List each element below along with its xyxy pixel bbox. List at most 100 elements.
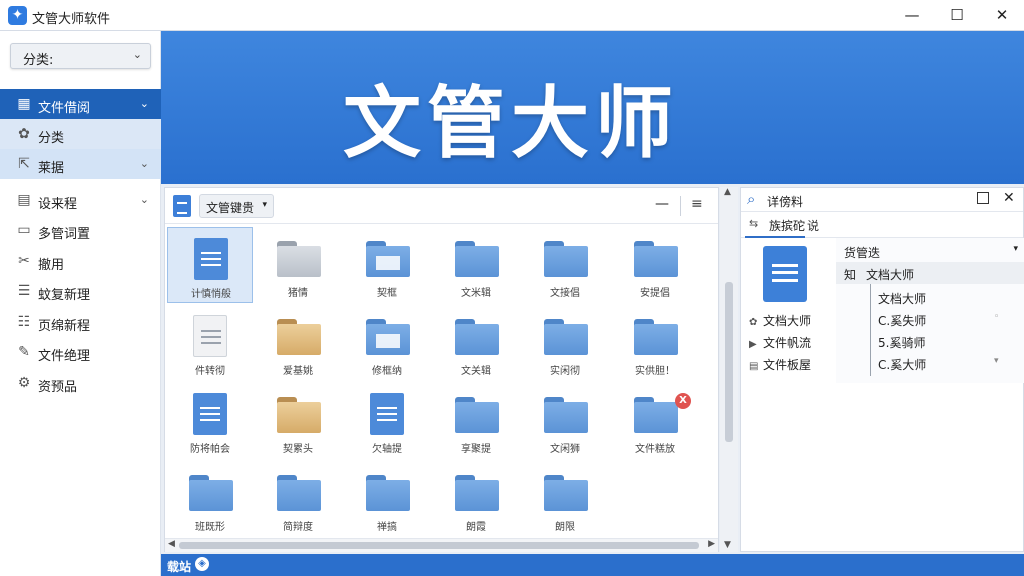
sidebar-item[interactable]: ⚙ 资预品	[0, 368, 161, 398]
scroll-up-icon[interactable]: ▲	[724, 187, 731, 197]
file-item-label: 契框	[377, 288, 397, 299]
maximize-pane-button[interactable]	[977, 192, 989, 204]
tab-details-label: 族摈砣	[769, 219, 806, 233]
close-button[interactable]: ✕	[980, 0, 1024, 31]
horizontal-scrollbar[interactable]: ◀ ▶	[165, 538, 718, 552]
tab-details[interactable]: ⇆ 族摈砣	[745, 212, 805, 238]
sidebar-item[interactable]: ✂ 撤用	[0, 246, 161, 276]
folder-item[interactable]: 契累头	[255, 383, 341, 459]
folder-item[interactable]: 文闲狮	[522, 383, 608, 459]
folder-icon	[277, 241, 321, 277]
tree-connector	[870, 284, 871, 376]
detail-property[interactable]: ▶ 文件帆流	[749, 334, 811, 351]
grid-icon: ▦	[17, 96, 31, 112]
sidebar-item-label: 分类	[38, 131, 65, 146]
folder-item[interactable]: 禅搞	[344, 461, 430, 537]
folder-icon	[544, 241, 588, 277]
tree-node[interactable]: 文档大师	[878, 290, 926, 307]
folder-item[interactable]: 班既形	[167, 461, 253, 537]
folder-item[interactable]: 修框纳	[344, 305, 430, 381]
scrollbar-thumb[interactable]	[179, 542, 699, 549]
sidebar-item[interactable]: ▦ 文件借阅 ⌄	[0, 89, 161, 119]
file-item[interactable]: 计慎悄般	[167, 227, 253, 303]
detail-property-label: 文件板屋	[763, 358, 812, 372]
document-preview-icon	[763, 246, 807, 302]
file-item-label: 简辩度	[283, 522, 313, 533]
menu-icon[interactable]: ≡	[691, 196, 703, 212]
chevron-down-icon: ⌄	[139, 157, 149, 170]
folder-item[interactable]: 简辩度	[255, 461, 341, 537]
file-item[interactable]: 件转彻	[167, 305, 253, 381]
folder-item[interactable]: 文米辑	[433, 227, 519, 303]
sidebar-item[interactable]: ⇱ 莱据 ⌄	[0, 149, 161, 179]
folder-icon	[455, 241, 499, 277]
folder-item[interactable]: 享聚提	[433, 383, 519, 459]
folder-icon	[455, 475, 499, 511]
folder-item[interactable]: 文关辑	[433, 305, 519, 381]
tree-node[interactable]: 5.奚骑师	[878, 334, 925, 351]
folder-item[interactable]: 安提倡	[612, 227, 698, 303]
sidebar-item-label: 设来程	[38, 197, 78, 212]
category-dropdown[interactable]: 分类: ⌄	[10, 43, 151, 69]
view-dropdown-label: 文管键贵	[206, 201, 255, 215]
detail-property[interactable]: ▤ 文件板屋	[749, 356, 811, 373]
sidebar-item-label: 莱据	[38, 161, 65, 176]
file-item[interactable]: 欠轴提	[344, 383, 430, 459]
sidebar-item[interactable]: ▭ 多管词置	[0, 215, 161, 245]
tree-node[interactable]: C.奚失师 ◦	[878, 312, 999, 329]
detail-title: 详傍料	[767, 195, 804, 209]
file-item-label: 件转彻	[195, 366, 225, 377]
sidebar-item[interactable]: ✎ 文件绝理	[0, 337, 161, 367]
minimize-button[interactable]: —	[890, 0, 934, 31]
sidebar-item[interactable]: ✿ 分类	[0, 119, 161, 149]
close-pane-button[interactable]: ✕	[1003, 190, 1015, 206]
tree-root-node[interactable]: 知 文档大师	[836, 262, 1024, 284]
tree-node[interactable]: C.奚大师 ▾	[878, 356, 999, 373]
sidebar-item-label: 文件借阅	[38, 101, 91, 116]
document-icon	[370, 393, 404, 435]
scroll-right-icon[interactable]: ▶	[708, 539, 715, 549]
folder-item[interactable]: 实供胆！	[612, 305, 698, 381]
file-item-label: 文接倡	[550, 288, 580, 299]
play-icon: ▶	[749, 339, 757, 350]
scroll-left-icon[interactable]: ◀	[168, 539, 175, 549]
scrollbar-thumb[interactable]	[725, 282, 733, 442]
tree-header[interactable]: 货管迭 ▾	[836, 238, 1024, 262]
file-item[interactable]: 防将帕会	[167, 383, 253, 459]
sidebar-item[interactable]: ▤ 设来程 ⌄	[0, 185, 161, 215]
folder-item[interactable]: X 文件糕放	[612, 383, 698, 459]
database-icon: ☰	[17, 283, 31, 299]
maximize-button[interactable]: ☐	[935, 0, 979, 31]
chevron-down-icon: ⌄	[139, 97, 149, 110]
vertical-scrollbar[interactable]: ▲ ▼	[720, 187, 738, 552]
sidebar-item-label: 蚊复新理	[38, 288, 91, 303]
sidebar-item[interactable]: ☷ 页绵新程	[0, 307, 161, 337]
folder-icon	[189, 475, 233, 511]
view-dropdown[interactable]: 文管键贵 ▾	[199, 194, 274, 218]
folder-item[interactable]: 猪情	[255, 227, 341, 303]
folder-item[interactable]: 契框	[344, 227, 430, 303]
file-item-label: 猪情	[288, 288, 308, 299]
detail-header: ⌕ 详傍料 ✕	[741, 188, 1023, 212]
folder-item[interactable]: 实闲彻	[522, 305, 608, 381]
detail-property[interactable]: ✿ 文档大师	[749, 312, 811, 329]
folder-item[interactable]: 朗限	[522, 461, 608, 537]
folder-item[interactable]: 朗霞	[433, 461, 519, 537]
status-label: 载站	[167, 560, 192, 574]
tree-root-prefix: 知	[844, 268, 857, 282]
file-item-label: 安提倡	[640, 288, 670, 299]
folder-item[interactable]: 爱基姚	[255, 305, 341, 381]
tab-notes[interactable]: 说	[807, 217, 819, 234]
search-icon[interactable]: ⌕	[747, 190, 755, 208]
status-icon[interactable]: ◈	[195, 557, 209, 571]
sidebar-item[interactable]: ☰ 蚊复新理	[0, 276, 161, 306]
tree-node-marker: ◦	[994, 312, 1000, 322]
collapse-button[interactable]: —	[655, 196, 669, 212]
sidebar-item-label: 撤用	[38, 258, 65, 273]
chevron-down-icon: ▾	[262, 200, 267, 210]
folder-item[interactable]: 文接倡	[522, 227, 608, 303]
toolbar-divider	[680, 196, 681, 216]
file-item-label: 禅搞	[377, 522, 397, 533]
tree-node-label: C.奚失师	[878, 314, 927, 328]
scroll-down-icon[interactable]: ▼	[724, 540, 731, 550]
